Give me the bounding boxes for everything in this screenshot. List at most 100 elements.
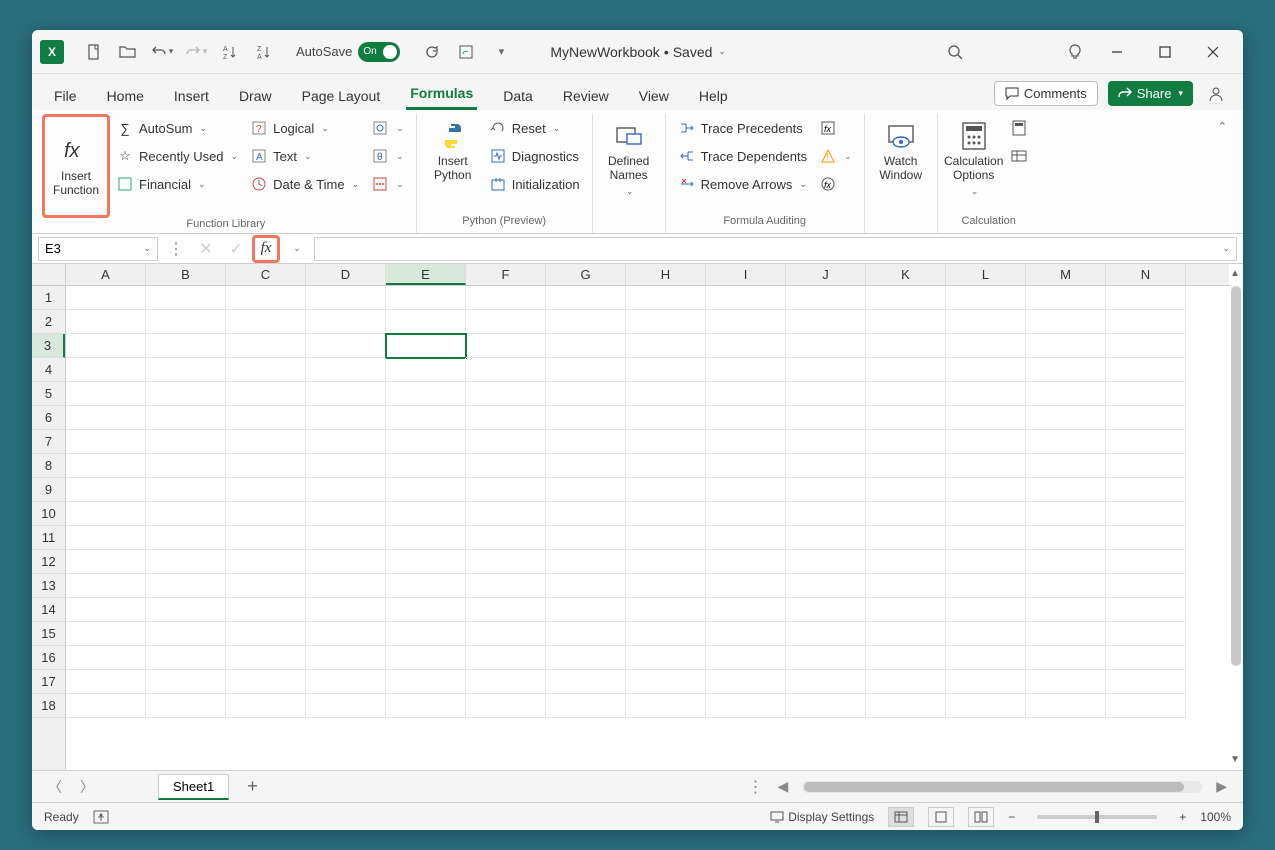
cell-G16[interactable] [546,646,626,670]
col-header-I[interactable]: I [706,264,786,285]
cell-K4[interactable] [866,358,946,382]
cell-F18[interactable] [466,694,546,718]
cell-C14[interactable] [226,598,306,622]
cell-M17[interactable] [1026,670,1106,694]
more-functions-button[interactable]: ⌄ [367,172,408,196]
qat-overflow-icon[interactable]: ▾ [486,38,514,66]
scroll-up-icon[interactable]: ▲ [1229,268,1241,280]
cell-F1[interactable] [466,286,546,310]
col-header-M[interactable]: M [1026,264,1106,285]
row-header-11[interactable]: 11 [32,526,65,550]
enter-formula-button[interactable]: ✓ [224,237,248,261]
cell-B16[interactable] [146,646,226,670]
cell-G6[interactable] [546,406,626,430]
insert-function-button[interactable]: fx Insert Function [44,116,108,216]
cell-E18[interactable] [386,694,466,718]
cell-M12[interactable] [1026,550,1106,574]
sheet-tab-1[interactable]: Sheet1 [158,774,229,800]
cell-B11[interactable] [146,526,226,550]
cell-M5[interactable] [1026,382,1106,406]
tab-help[interactable]: Help [695,82,732,110]
cell-H14[interactable] [626,598,706,622]
cell-N11[interactable] [1106,526,1186,550]
recently-used-button[interactable]: ☆Recently Used⌄ [112,144,242,168]
zoom-slider[interactable] [1037,815,1157,819]
cell-H13[interactable] [626,574,706,598]
cell-D2[interactable] [306,310,386,334]
row-header-13[interactable]: 13 [32,574,65,598]
cell-I18[interactable] [706,694,786,718]
cell-F4[interactable] [466,358,546,382]
cell-B6[interactable] [146,406,226,430]
cell-F13[interactable] [466,574,546,598]
date-time-button[interactable]: Date & Time⌄ [246,172,363,196]
math-trig-button[interactable]: θ⌄ [367,144,408,168]
logical-button[interactable]: ?Logical⌄ [246,116,363,140]
cell-K12[interactable] [866,550,946,574]
cell-L13[interactable] [946,574,1026,598]
cell-G5[interactable] [546,382,626,406]
cell-H6[interactable] [626,406,706,430]
lookup-ref-button[interactable]: ⌄ [367,116,408,140]
cell-L2[interactable] [946,310,1026,334]
cell-M3[interactable] [1026,334,1106,358]
tab-review[interactable]: Review [559,82,613,110]
cell-G9[interactable] [546,478,626,502]
cell-F15[interactable] [466,622,546,646]
col-header-F[interactable]: F [466,264,546,285]
cell-I6[interactable] [706,406,786,430]
python-diagnostics-button[interactable]: Diagnostics [485,144,584,168]
col-header-B[interactable]: B [146,264,226,285]
tab-data[interactable]: Data [499,82,537,110]
cell-I5[interactable] [706,382,786,406]
cell-I7[interactable] [706,430,786,454]
cell-C3[interactable] [226,334,306,358]
row-header-10[interactable]: 10 [32,502,65,526]
cell-H8[interactable] [626,454,706,478]
row-header-4[interactable]: 4 [32,358,65,382]
cell-L3[interactable] [946,334,1026,358]
cell-E17[interactable] [386,670,466,694]
cell-A6[interactable] [66,406,146,430]
cell-E6[interactable] [386,406,466,430]
cell-D9[interactable] [306,478,386,502]
cell-J5[interactable] [786,382,866,406]
cell-L1[interactable] [946,286,1026,310]
cell-E13[interactable] [386,574,466,598]
cell-K15[interactable] [866,622,946,646]
maximize-button[interactable] [1143,36,1187,68]
col-header-H[interactable]: H [626,264,706,285]
cell-M15[interactable] [1026,622,1106,646]
cell-N14[interactable] [1106,598,1186,622]
cell-F17[interactable] [466,670,546,694]
cell-M2[interactable] [1026,310,1106,334]
cell-E15[interactable] [386,622,466,646]
cell-B1[interactable] [146,286,226,310]
cell-K7[interactable] [866,430,946,454]
cell-K13[interactable] [866,574,946,598]
cell-C16[interactable] [226,646,306,670]
tab-formulas[interactable]: Formulas [406,79,477,110]
cell-G14[interactable] [546,598,626,622]
row-header-8[interactable]: 8 [32,454,65,478]
minimize-button[interactable] [1095,36,1139,68]
cell-E2[interactable] [386,310,466,334]
cell-D12[interactable] [306,550,386,574]
cell-B14[interactable] [146,598,226,622]
cell-N8[interactable] [1106,454,1186,478]
cell-B10[interactable] [146,502,226,526]
trace-dependents-button[interactable]: Trace Dependents [674,144,811,168]
col-header-D[interactable]: D [306,264,386,285]
evaluate-formula-button[interactable]: fx [815,172,856,196]
cell-L8[interactable] [946,454,1026,478]
spreadsheet-grid[interactable]: ABCDEFGHIJKLMN 1234567891011121314151617… [32,264,1243,770]
cell-L17[interactable] [946,670,1026,694]
cell-H9[interactable] [626,478,706,502]
cell-I1[interactable] [706,286,786,310]
tab-home[interactable]: Home [103,82,148,110]
cell-F3[interactable] [466,334,546,358]
cell-J4[interactable] [786,358,866,382]
new-file-icon[interactable] [80,38,108,66]
cell-B15[interactable] [146,622,226,646]
cell-A18[interactable] [66,694,146,718]
